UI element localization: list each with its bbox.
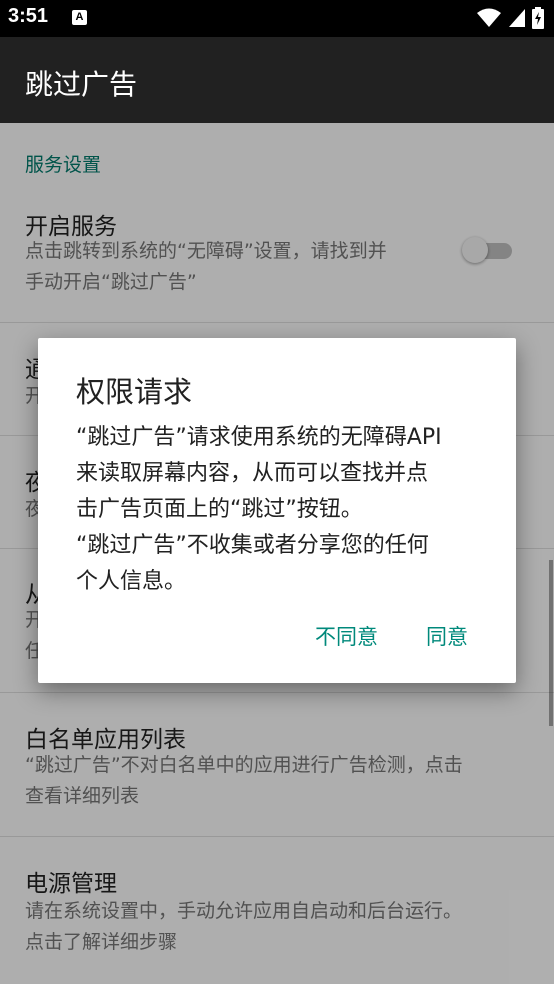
wifi-icon [477,8,501,27]
dialog-title: 权限请求 [76,375,193,409]
status-icons [476,7,544,29]
accessibility-a-icon: A [72,10,87,25]
dialog-message-line: “跳过广告”请求使用系统的无障碍API [76,425,442,450]
disagree-button[interactable]: 不同意 [315,621,378,651]
status-bar: 3:51 A [0,0,554,37]
dialog-message: “跳过广告”请求使用系统的无障碍API 来读取屏幕内容，从而可以查找并点 击广告… [76,420,496,600]
app-title: 跳过广告 [25,68,138,101]
agree-button[interactable]: 同意 [426,621,468,651]
dialog-message-line: “跳过广告”不收集或者分享您的任何 [76,533,429,558]
dialog-message-line: 个人信息。 [76,569,187,594]
battery-icon [532,7,544,29]
status-time: 3:51 [8,5,49,27]
dialog-message-line: 击广告页面上的“跳过”按钮。 [76,497,363,522]
dialog-message-line: 来读取屏幕内容，从而可以查找并点 [76,461,429,486]
signal-icon [509,9,525,27]
scrollbar[interactable] [549,560,553,726]
app-bar: 跳过广告 [0,37,554,123]
permission-dialog: 权限请求 “跳过广告”请求使用系统的无障碍API 来读取屏幕内容，从而可以查找并… [38,338,516,683]
